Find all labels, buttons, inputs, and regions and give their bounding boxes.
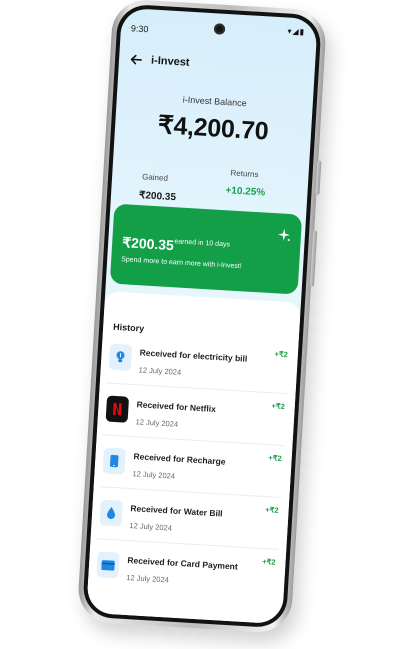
transaction-title: Received for electricity bill — [139, 347, 248, 364]
transaction-date: 12 July 2024 — [138, 365, 182, 377]
page-title: i-Invest — [150, 54, 190, 69]
transaction-title: Received for Netflix — [136, 399, 217, 414]
transaction-amount: +₹2 — [271, 401, 286, 412]
water-drop-icon — [99, 499, 123, 527]
transaction-title: Received for Water Bill — [130, 503, 223, 519]
list-item[interactable]: Received for Card Payment 12 July 2024 +… — [93, 541, 278, 602]
transaction-amount: +₹2 — [268, 453, 282, 463]
history-panel: History Received for electricity bill 12… — [86, 291, 301, 625]
phone-mockup: 9:30 ▾◢▮ i-Invest i-Invest Balance ₹4,20… — [0, 0, 406, 649]
status-time: 9:30 — [130, 23, 149, 35]
phone-screen: 9:30 ▾◢▮ i-Invest i-Invest Balance ₹4,20… — [86, 7, 318, 625]
card-icon — [96, 551, 120, 579]
status-icons: ▾◢▮ — [287, 27, 305, 37]
list-item[interactable]: Received for Water Bill 12 July 2024 +₹2 — [96, 489, 282, 550]
gained-label: Gained — [141, 172, 169, 183]
battery-icon: ▮ — [299, 27, 306, 37]
banner-earned-text: earned in 10 days — [174, 238, 231, 249]
list-item[interactable]: Received for Recharge 12 July 2024 +₹2 — [99, 437, 285, 499]
gained-value: ₹200.35 — [138, 190, 177, 204]
sparkle-icon — [277, 228, 290, 242]
phone-device: 9:30 ▾◢▮ i-Invest i-Invest Balance ₹4,20… — [76, 0, 328, 634]
transaction-amount: +₹2 — [274, 349, 289, 360]
transaction-amount: +₹2 — [265, 505, 279, 515]
transaction-date: 12 July 2024 — [132, 469, 176, 481]
transaction-date: 12 July 2024 — [129, 521, 173, 533]
banner-subtext: Spend more to earn more with i-Invest! — [120, 256, 242, 271]
history-title: History — [112, 321, 145, 334]
list-item[interactable]: Received for Netflix 12 July 2024 +₹2 — [102, 385, 288, 447]
transaction-title: Received for Card Payment — [127, 555, 239, 572]
transaction-date: 12 July 2024 — [126, 572, 170, 585]
transaction-date: 12 July 2024 — [135, 417, 179, 429]
transaction-title: Received for Recharge — [133, 451, 226, 467]
back-arrow-icon[interactable] — [129, 52, 144, 67]
netflix-icon — [105, 395, 130, 423]
earnings-banner[interactable]: ₹200.35 earned in 10 days Spend more to … — [109, 203, 303, 295]
returns-label: Returns — [230, 168, 259, 180]
returns-value: +10.25% — [225, 185, 266, 199]
phone-icon — [102, 447, 126, 475]
transaction-amount: +₹2 — [261, 557, 276, 567]
bulb-icon — [108, 343, 133, 371]
top-bar: i-Invest — [118, 48, 315, 84]
list-item[interactable]: Received for electricity bill 12 July 20… — [105, 333, 291, 395]
banner-amount: ₹200.35 — [121, 234, 175, 254]
balance-amount: ₹4,200.70 — [157, 111, 270, 146]
front-camera — [213, 23, 226, 35]
volume-button — [315, 160, 322, 195]
